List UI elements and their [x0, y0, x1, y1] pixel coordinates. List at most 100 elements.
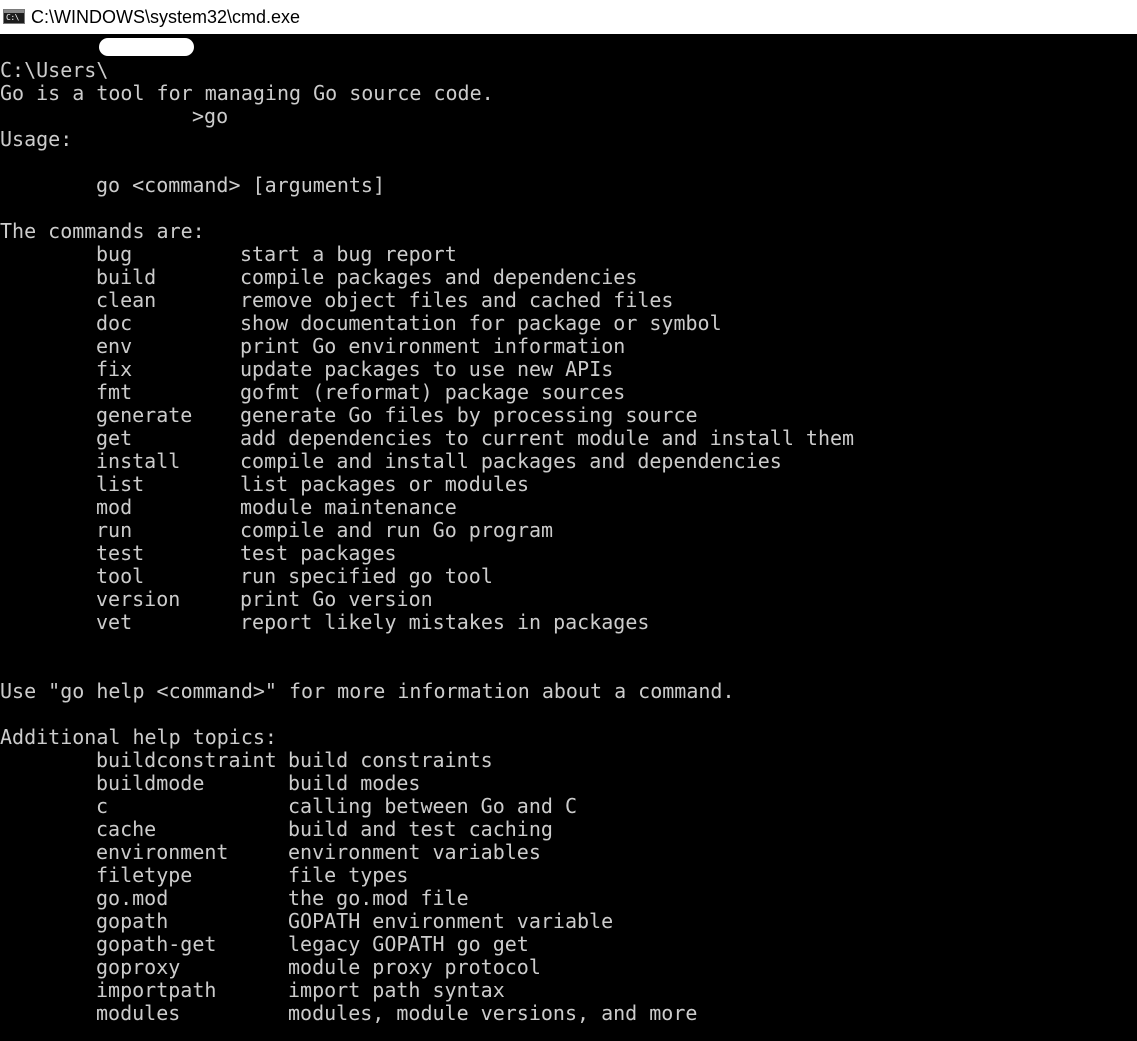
- list-item: list list packages or modules: [0, 473, 1137, 496]
- list-item: environment environment variables: [0, 841, 1137, 864]
- item-description: build constraints: [288, 748, 493, 772]
- list-item: install compile and install packages and …: [0, 450, 1137, 473]
- item-description: show documentation for package or symbol: [240, 311, 722, 335]
- item-name: gopath: [96, 909, 169, 933]
- item-description: start a bug report: [240, 242, 457, 266]
- topics-list: buildconstraint build constraints buildmod…: [0, 749, 1137, 1025]
- item-name: fmt: [96, 380, 133, 404]
- item-description: build modes: [288, 771, 421, 795]
- list-item: doc show documentation for package or sym…: [0, 312, 1137, 335]
- item-name: test: [96, 541, 145, 565]
- list-item: version print Go version: [0, 588, 1137, 611]
- item-name: doc: [96, 311, 133, 335]
- list-item: modules modules, module versions, and mor…: [0, 1002, 1137, 1025]
- list-item: filetype file types: [0, 864, 1137, 887]
- usage-heading: Usage:: [0, 127, 73, 151]
- item-name: list: [96, 472, 145, 496]
- list-item: c calling between Go and C: [0, 795, 1137, 818]
- item-name: run: [96, 518, 133, 542]
- list-item: clean remove object files and cached file…: [0, 289, 1137, 312]
- item-name: fix: [96, 357, 133, 381]
- redacted-username: [99, 38, 194, 56]
- item-description: run specified go tool: [240, 564, 493, 588]
- commands-list: bug start a bug report build compile packag…: [0, 243, 1137, 634]
- cmd-console-icon[interactable]: C:\: [3, 9, 25, 24]
- item-description: module maintenance: [240, 495, 457, 519]
- item-name: buildconstraint: [96, 748, 277, 772]
- item-description: GOPATH environment variable: [288, 909, 614, 933]
- list-item: gopath-get legacy GOPATH go get: [0, 933, 1137, 956]
- item-description: compile and run Go program: [240, 518, 554, 542]
- list-item: build compile packages and dependencies: [0, 266, 1137, 289]
- item-name: c: [96, 794, 109, 818]
- item-description: print Go environment information: [240, 334, 626, 358]
- item-name: environment: [96, 840, 229, 864]
- item-description: module proxy protocol: [288, 955, 541, 979]
- usage-line: go <command> [arguments]: [96, 173, 385, 197]
- item-description: list packages or modules: [240, 472, 529, 496]
- commands-heading: The commands are:: [0, 219, 205, 243]
- intro-line: Go is a tool for managing Go source code…: [0, 81, 494, 105]
- list-item: bug start a bug report: [0, 243, 1137, 266]
- item-description: calling between Go and C: [288, 794, 577, 818]
- list-item: buildconstraint build constraints: [0, 749, 1137, 772]
- prompt-line: C:\Users\ >go: [0, 36, 1137, 128]
- item-description: modules, module versions, and more: [288, 1001, 698, 1025]
- list-item: gopath GOPATH environment variable: [0, 910, 1137, 933]
- list-item: tool run specified go tool: [0, 565, 1137, 588]
- item-name: env: [96, 334, 133, 358]
- topics-heading: Additional help topics:: [0, 725, 277, 749]
- list-item: goproxy module proxy protocol: [0, 956, 1137, 979]
- list-item: cache build and test caching: [0, 818, 1137, 841]
- item-name: version: [96, 587, 181, 611]
- window-title: C:\WINDOWS\system32\cmd.exe: [31, 7, 301, 27]
- item-description: gofmt (reformat) package sources: [240, 380, 626, 404]
- list-item: mod module maintenance: [0, 496, 1137, 519]
- item-description: build and test caching: [288, 817, 553, 841]
- item-name: generate: [96, 403, 193, 427]
- item-name: bug: [96, 242, 133, 266]
- item-description: import path syntax: [288, 978, 505, 1002]
- item-name: modules: [96, 1001, 181, 1025]
- console-output[interactable]: C:\Users\ >go Go is a tool for managing …: [0, 36, 1137, 1041]
- item-name: tool: [96, 564, 145, 588]
- item-description: add dependencies to current module and i…: [240, 426, 855, 450]
- item-description: compile packages and dependencies: [240, 265, 638, 289]
- item-name: go.mod: [96, 886, 169, 910]
- item-name: build: [96, 265, 157, 289]
- list-item: env print Go environment information: [0, 335, 1137, 358]
- list-item: test test packages: [0, 542, 1137, 565]
- item-name: clean: [96, 288, 157, 312]
- list-item: go.mod the go.mod file: [0, 887, 1137, 910]
- item-name: gopath-get: [96, 932, 217, 956]
- cmd-window: C:\ C:\WINDOWS\system32\cmd.exe C:\Users…: [0, 0, 1137, 1041]
- item-name: importpath: [96, 978, 217, 1002]
- item-name: filetype: [96, 863, 193, 887]
- list-item: importpath import path syntax: [0, 979, 1137, 1002]
- item-description: remove object files and cached files: [240, 288, 674, 312]
- item-name: mod: [96, 495, 133, 519]
- list-item: generate generate Go files by processing …: [0, 404, 1137, 427]
- list-item: buildmode build modes: [0, 772, 1137, 795]
- item-name: cache: [96, 817, 157, 841]
- item-description: test packages: [240, 541, 397, 565]
- item-name: goproxy: [96, 955, 181, 979]
- title-bar[interactable]: C:\ C:\WINDOWS\system32\cmd.exe: [0, 0, 1137, 34]
- list-item: run compile and run Go program: [0, 519, 1137, 542]
- item-description: environment variables: [288, 840, 541, 864]
- item-description: update packages to use new APIs: [240, 357, 614, 381]
- list-item: fmt gofmt (reformat) package sources: [0, 381, 1137, 404]
- list-item: fix update packages to use new APIs: [0, 358, 1137, 381]
- item-name: install: [96, 449, 181, 473]
- item-name: get: [96, 426, 133, 450]
- item-description: the go.mod file: [288, 886, 469, 910]
- item-description: print Go version: [240, 587, 433, 611]
- item-description: compile and install packages and depende…: [240, 449, 782, 473]
